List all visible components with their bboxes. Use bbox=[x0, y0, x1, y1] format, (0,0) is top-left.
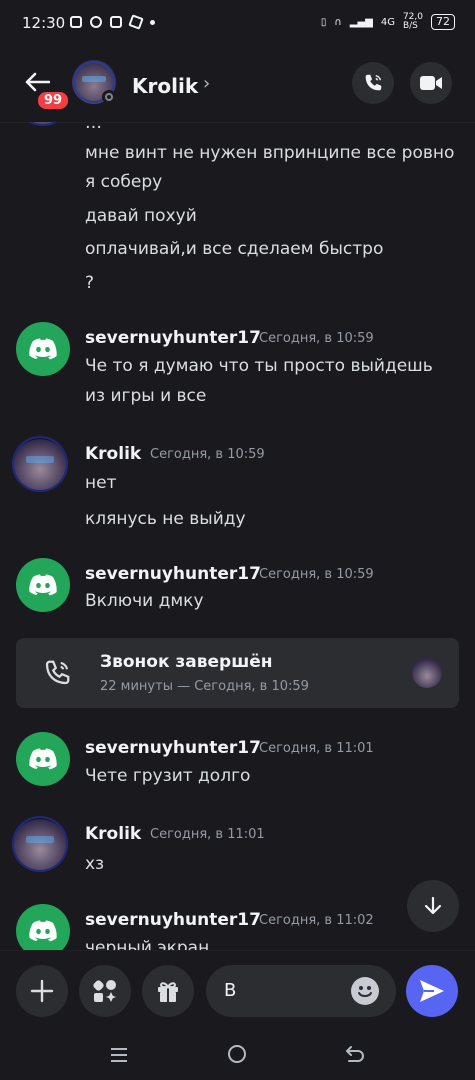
network-type: 4G bbox=[380, 16, 395, 28]
call-participant-avatar bbox=[412, 658, 442, 688]
message-username[interactable]: Krolik bbox=[85, 444, 141, 464]
message-text: Включи дмку bbox=[85, 591, 204, 611]
severnuyhunter17-avatar[interactable] bbox=[16, 732, 70, 786]
message-list[interactable]: … мне винт не нужен впринципе все ровно … bbox=[0, 122, 475, 950]
severnuyhunter17-avatar[interactable] bbox=[16, 904, 70, 950]
message-username[interactable]: Krolik bbox=[85, 824, 141, 844]
unread-badge: 99 bbox=[36, 90, 71, 111]
signal-icon: ▂▄▆ bbox=[349, 16, 373, 28]
chevron-right-icon[interactable]: › bbox=[203, 73, 210, 94]
message-text: черный экран bbox=[85, 938, 210, 950]
krolik-avatar[interactable] bbox=[12, 436, 68, 492]
discord-logo-icon bbox=[29, 574, 57, 596]
severnuyhunter17-avatar[interactable] bbox=[16, 558, 70, 612]
avatar-image bbox=[26, 456, 54, 463]
message-text: клянусь не выйду bbox=[85, 509, 246, 529]
message-text: нет bbox=[85, 473, 117, 493]
header-username[interactable]: Krolik bbox=[132, 74, 198, 98]
chat-header: 99 Krolik › bbox=[0, 46, 475, 123]
net-speed-unit: B/S bbox=[402, 21, 418, 31]
headphones-icon: ∩ bbox=[334, 16, 342, 28]
message-timestamp: Сегодня, в 11:01 bbox=[150, 827, 265, 842]
more-notifications-icon bbox=[150, 20, 155, 25]
phone-icon bbox=[365, 74, 382, 91]
phone-call-icon bbox=[45, 660, 70, 685]
message-input[interactable]: В bbox=[206, 965, 396, 1017]
discord-logo-icon bbox=[29, 748, 57, 770]
home-icon[interactable] bbox=[227, 1044, 247, 1064]
video-call-button[interactable] bbox=[410, 62, 452, 104]
vibrate-icon: ▯ bbox=[320, 16, 327, 28]
message-text: я соберу bbox=[85, 172, 163, 192]
back-arrow-icon[interactable] bbox=[24, 72, 50, 92]
message-text: Че то я думаю что ты просто выйдешь bbox=[85, 356, 433, 376]
scroll-to-bottom-button[interactable] bbox=[407, 880, 459, 932]
apps-button[interactable] bbox=[79, 965, 131, 1017]
call-duration: 22 минуты — Сегодня, в 10:59 bbox=[100, 679, 309, 694]
status-bar: 12:30 ▯ ∩ ▂▄▆ 4G 72,0 B/S 72 bbox=[0, 0, 475, 46]
battery-indicator: 72 bbox=[431, 14, 455, 30]
discord-logo-icon bbox=[29, 920, 57, 942]
message-timestamp: Сегодня, в 11:01 bbox=[259, 741, 374, 756]
apps-icon bbox=[93, 980, 116, 1002]
offline-status-icon bbox=[102, 90, 116, 104]
call-ended-card[interactable]: Звонок завершён 22 минуты — Сегодня, в 1… bbox=[16, 638, 459, 708]
discord-logo-icon bbox=[29, 338, 57, 360]
system-status: ▯ ∩ ▂▄▆ 4G 72,0 B/S 72 bbox=[321, 13, 455, 31]
plus-icon bbox=[30, 979, 54, 1003]
call-title: Звонок завершён bbox=[100, 652, 273, 672]
emoji-icon bbox=[358, 986, 372, 997]
severnuyhunter17-avatar[interactable] bbox=[16, 322, 70, 376]
net-speed: 72,0 B/S bbox=[403, 13, 423, 31]
krolik-avatar[interactable] bbox=[12, 816, 68, 872]
notification-icon bbox=[70, 16, 82, 28]
arrow-down-icon bbox=[424, 896, 442, 915]
avatar-image bbox=[26, 836, 54, 843]
message-text: мне винт не нужен впринципе все ровно bbox=[85, 143, 455, 163]
message-timestamp: Сегодня, в 10:59 bbox=[259, 331, 374, 346]
message-text: хз bbox=[85, 854, 105, 874]
notification-icons bbox=[70, 14, 155, 30]
message-text: оплачивай,и все сделаем быстро bbox=[85, 239, 384, 259]
whatsapp-icon bbox=[90, 16, 102, 28]
gift-icon bbox=[158, 982, 178, 1002]
voice-call-button[interactable] bbox=[352, 62, 394, 104]
message-text: ? bbox=[85, 273, 95, 293]
message-text-cut: … bbox=[85, 122, 102, 133]
emoji-button[interactable] bbox=[351, 977, 379, 1005]
message-timestamp: Сегодня, в 11:02 bbox=[259, 913, 374, 928]
back-nav-icon[interactable] bbox=[345, 1045, 365, 1063]
add-attachment-button[interactable] bbox=[16, 965, 68, 1017]
video-camera-icon bbox=[420, 76, 442, 90]
message-timestamp: Сегодня, в 10:59 bbox=[259, 567, 374, 582]
message-username[interactable]: severnuyhunter17 bbox=[85, 564, 261, 584]
message-input-value: В bbox=[224, 980, 237, 1001]
send-button[interactable] bbox=[406, 965, 458, 1017]
krolik-avatar[interactable] bbox=[16, 122, 70, 126]
gift-button[interactable] bbox=[142, 965, 194, 1017]
message-composer: В bbox=[0, 950, 475, 1031]
message-text: из игры и все bbox=[85, 386, 207, 406]
message-text: давай похуй bbox=[85, 206, 197, 226]
system-nav-bar bbox=[0, 1030, 475, 1080]
recent-apps-icon[interactable] bbox=[110, 1046, 128, 1064]
message-text: Чете грузит долго bbox=[85, 766, 251, 786]
mail-icon bbox=[110, 16, 122, 28]
message-timestamp: Сегодня, в 10:59 bbox=[150, 447, 265, 462]
message-username[interactable]: severnuyhunter17 bbox=[85, 328, 261, 348]
message-username[interactable]: severnuyhunter17 bbox=[85, 738, 261, 758]
telegram-icon bbox=[128, 14, 144, 30]
send-icon bbox=[420, 980, 444, 1002]
status-time: 12:30 bbox=[22, 14, 66, 32]
message-username[interactable]: severnuyhunter17 bbox=[85, 910, 261, 930]
